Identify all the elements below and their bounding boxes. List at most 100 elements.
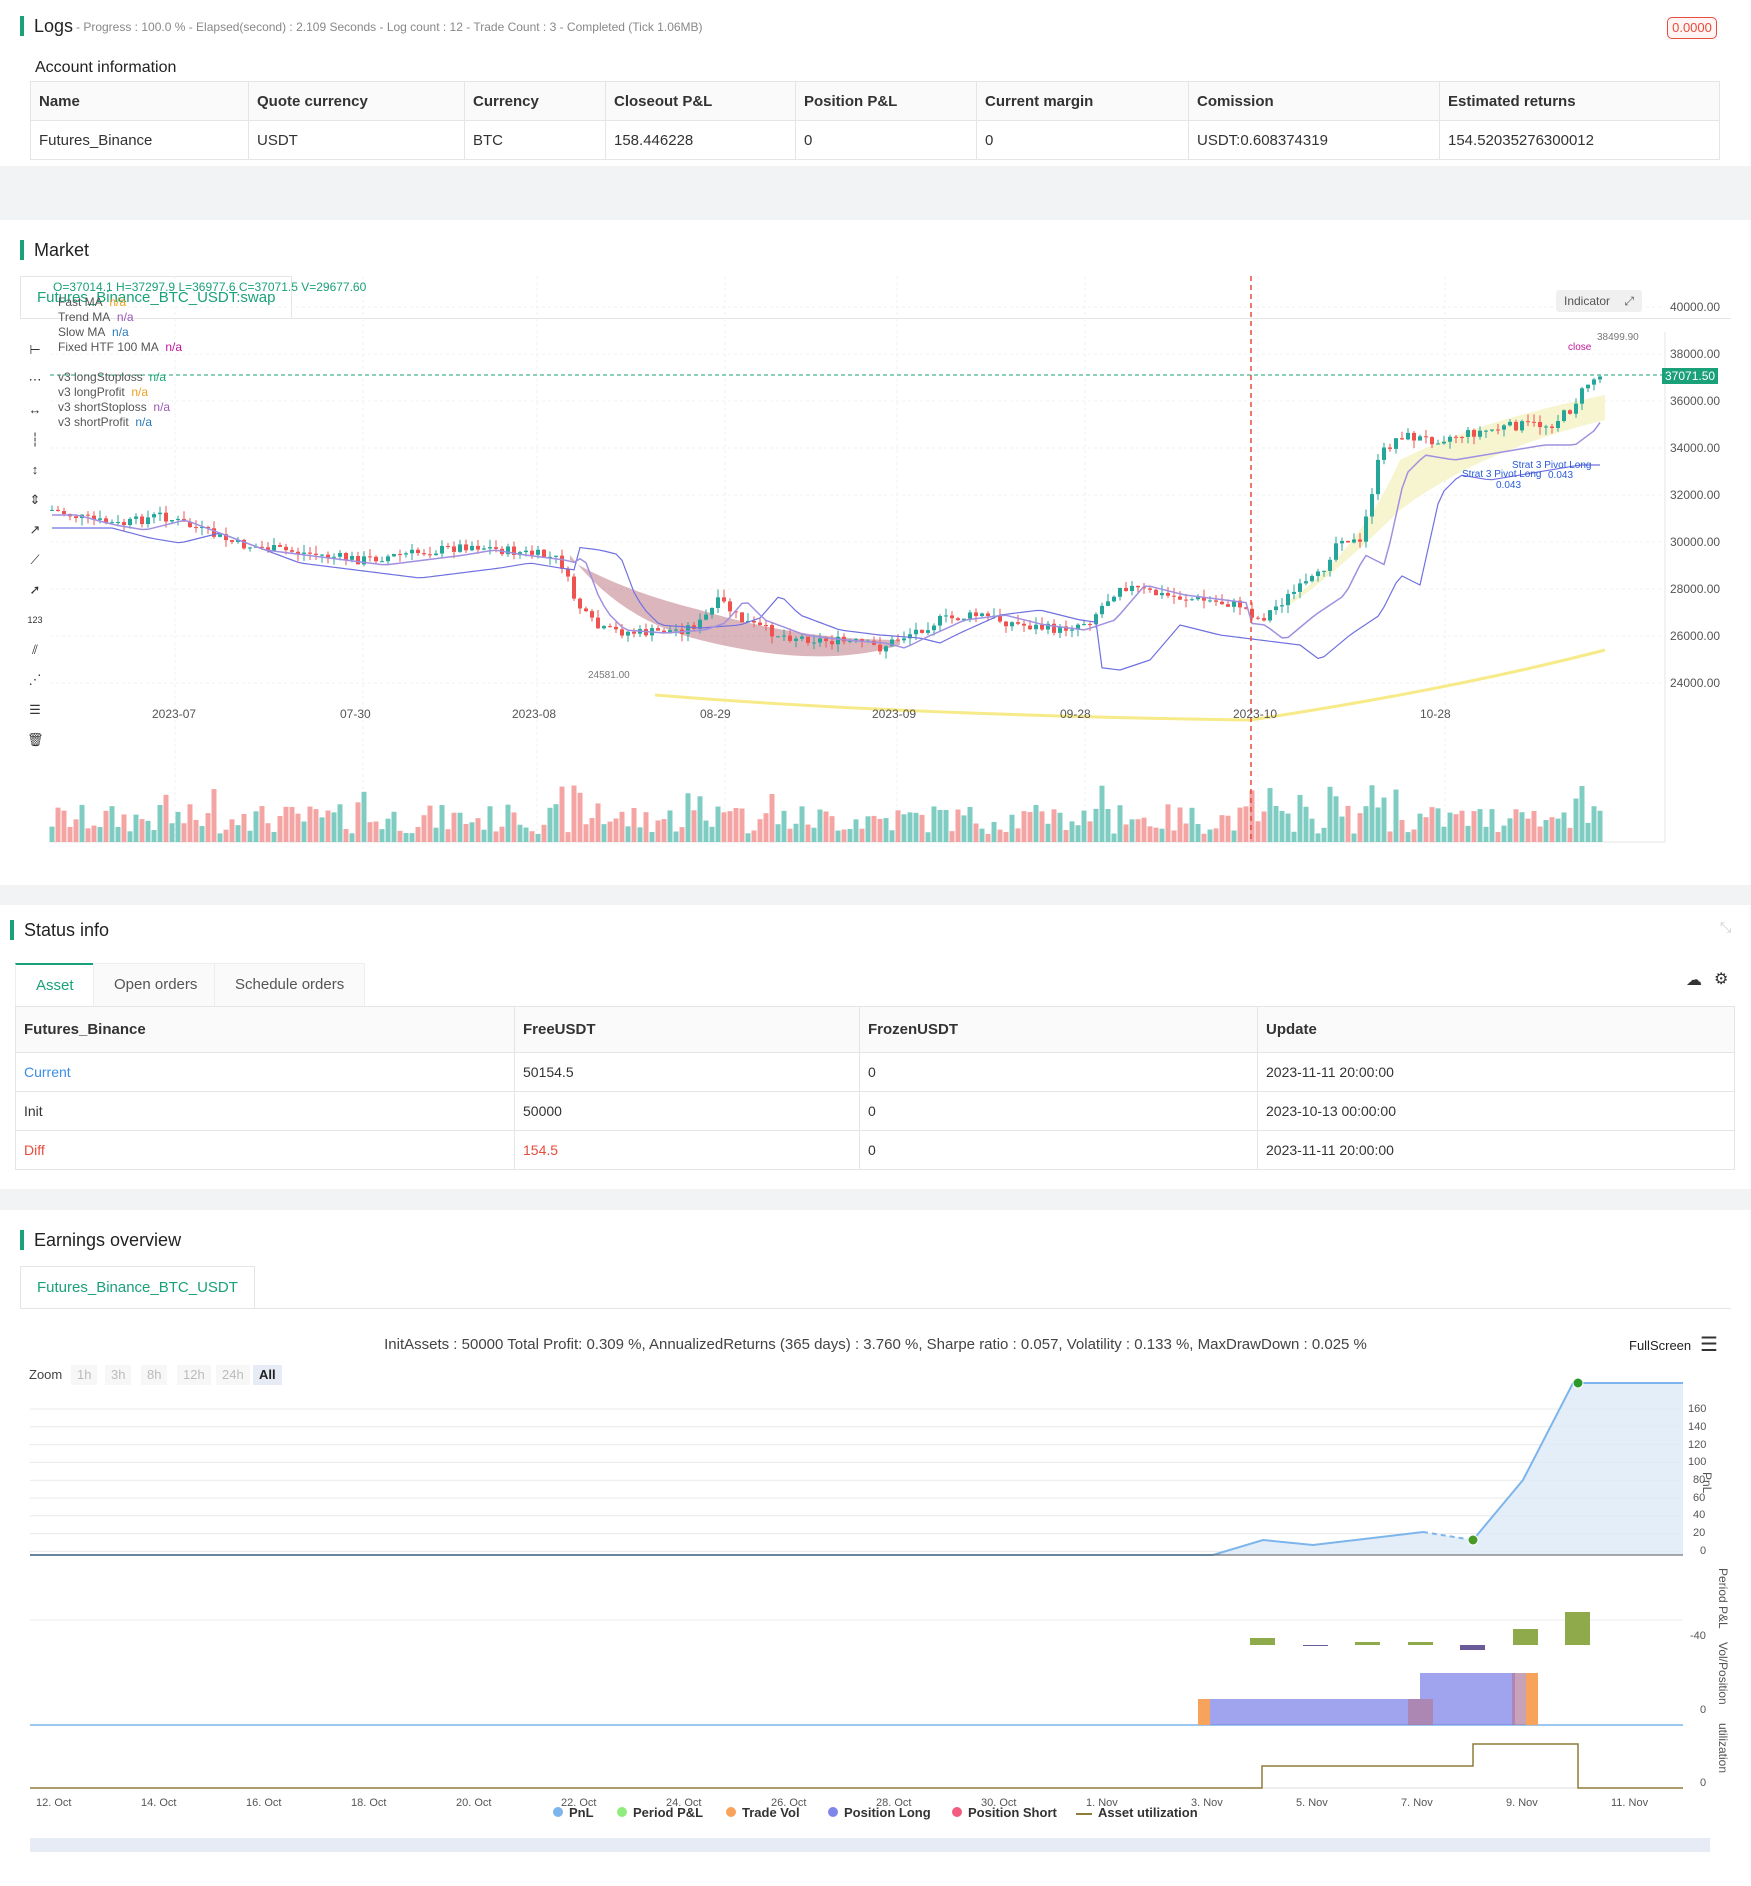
volume-bar	[931, 806, 937, 842]
expand-icon[interactable]: ⤢	[1624, 290, 1634, 312]
legend-pnl[interactable]: PnL	[553, 1805, 594, 1820]
volume-bar	[583, 824, 589, 842]
candle-body	[728, 601, 732, 612]
legend-position-long[interactable]: Position Long	[828, 1805, 931, 1820]
earnings-chart[interactable]	[0, 1210, 1751, 1886]
x-axis-label: 12. Oct	[36, 1797, 72, 1809]
candle-body	[212, 528, 216, 537]
volume-bar	[751, 830, 757, 842]
navigator[interactable]	[30, 1838, 1710, 1852]
volume-bar	[463, 823, 469, 842]
volume-bar	[1537, 826, 1543, 842]
candle-body	[614, 626, 618, 630]
volume-bar	[433, 827, 439, 842]
candle-body	[590, 611, 594, 618]
volume-bar	[73, 819, 79, 842]
volume-bar	[109, 806, 115, 842]
indicator-button[interactable]: Indicator ⤢	[1556, 290, 1642, 312]
volume-bar	[1159, 828, 1165, 842]
cloud-download-icon[interactable]: ☁	[1686, 970, 1702, 990]
volume-bar	[601, 824, 607, 842]
x-axis-label: 11. Nov	[1611, 1797, 1649, 1809]
legend-trend-ma: Trend MA n/a	[58, 310, 134, 324]
candle-body	[674, 629, 678, 631]
candle-body	[710, 608, 714, 615]
volume-bar	[871, 815, 877, 842]
position-long-area	[1210, 1699, 1420, 1725]
volume-bar	[895, 810, 901, 842]
volume-bar	[823, 811, 829, 842]
period-bar	[1460, 1645, 1485, 1650]
volume-bar	[247, 830, 253, 842]
candle-body	[404, 553, 408, 555]
candle-body	[1562, 410, 1566, 421]
volume-bar	[1555, 818, 1561, 842]
volume-bar	[1279, 810, 1285, 842]
volume-bar	[529, 831, 535, 842]
volume-bar	[481, 829, 487, 842]
volume-bar	[505, 804, 511, 842]
cell: USDT:0.608374319	[1188, 120, 1440, 160]
volume-bar	[853, 819, 859, 842]
volume-bar	[1345, 805, 1351, 842]
price-label: 24000.00	[1670, 676, 1721, 690]
candle-body	[110, 522, 114, 524]
legend-position-short[interactable]: Position Short	[952, 1805, 1057, 1820]
candle-body	[1388, 447, 1392, 449]
trade-vol-bar	[1512, 1673, 1526, 1725]
candle-body	[1346, 540, 1350, 543]
candle-body	[194, 527, 198, 529]
logs-badge[interactable]: 0.0000	[1667, 17, 1717, 39]
price-chart[interactable]	[0, 220, 1751, 885]
legend-value: n/a	[112, 325, 129, 339]
candle-body	[428, 554, 432, 556]
candle-body	[494, 547, 498, 549]
volume-bar	[1261, 811, 1267, 842]
col-frozen: FrozenUSDT	[859, 1006, 1258, 1053]
legend-trade-vol[interactable]: Trade Vol	[726, 1805, 800, 1820]
date-label: 2023-08	[512, 707, 557, 721]
volume-bar	[1501, 825, 1507, 842]
legend-label: Slow MA	[58, 325, 106, 339]
volume-bar	[1285, 813, 1291, 842]
candle-body	[152, 514, 156, 518]
tab-schedule-orders[interactable]: Schedule orders	[214, 963, 366, 1006]
candle-body	[974, 612, 978, 617]
cell: 2023-11-11 20:00:00	[1257, 1130, 1735, 1170]
volume-bar	[331, 812, 337, 842]
row-label-current: Current	[15, 1052, 515, 1092]
candle-body	[1442, 441, 1446, 444]
volume-bar	[793, 823, 799, 842]
volume-bar	[157, 804, 163, 842]
volume-bar	[553, 804, 559, 842]
candle-body	[1586, 384, 1590, 389]
volume-bar	[913, 812, 919, 842]
candle-body	[836, 636, 840, 645]
volume-bar	[67, 826, 73, 842]
candle-body	[530, 550, 534, 555]
volume-bar	[85, 828, 91, 842]
cell: 0	[976, 120, 1189, 160]
volume-bar	[1237, 807, 1243, 842]
volume-bar	[841, 829, 847, 842]
legend-asset-utilization[interactable]: Asset utilization	[1076, 1805, 1198, 1820]
candle-body	[1376, 459, 1380, 495]
volume-bar	[937, 809, 943, 842]
volume-bar	[1513, 809, 1519, 842]
pivot-long-qty: 0.043	[1496, 480, 1522, 491]
period-bar	[1303, 1645, 1328, 1646]
settings-gear-icon[interactable]: ⚙	[1714, 969, 1728, 989]
tab-asset[interactable]: Asset	[15, 963, 95, 1007]
volume-bar	[997, 829, 1003, 842]
volume-bar	[631, 808, 637, 842]
volume-bar	[859, 828, 865, 842]
collapse-icon[interactable]: ⤡	[1720, 919, 1731, 936]
volume-bar	[1399, 820, 1405, 842]
candle-body	[98, 518, 102, 520]
candle-body	[1052, 623, 1056, 633]
candle-body	[116, 522, 120, 524]
legend-period-pnl[interactable]: Period P&L	[617, 1805, 703, 1820]
candle-body	[1436, 443, 1440, 445]
tab-open-orders[interactable]: Open orders	[93, 963, 219, 1006]
volume-bar	[733, 807, 739, 842]
